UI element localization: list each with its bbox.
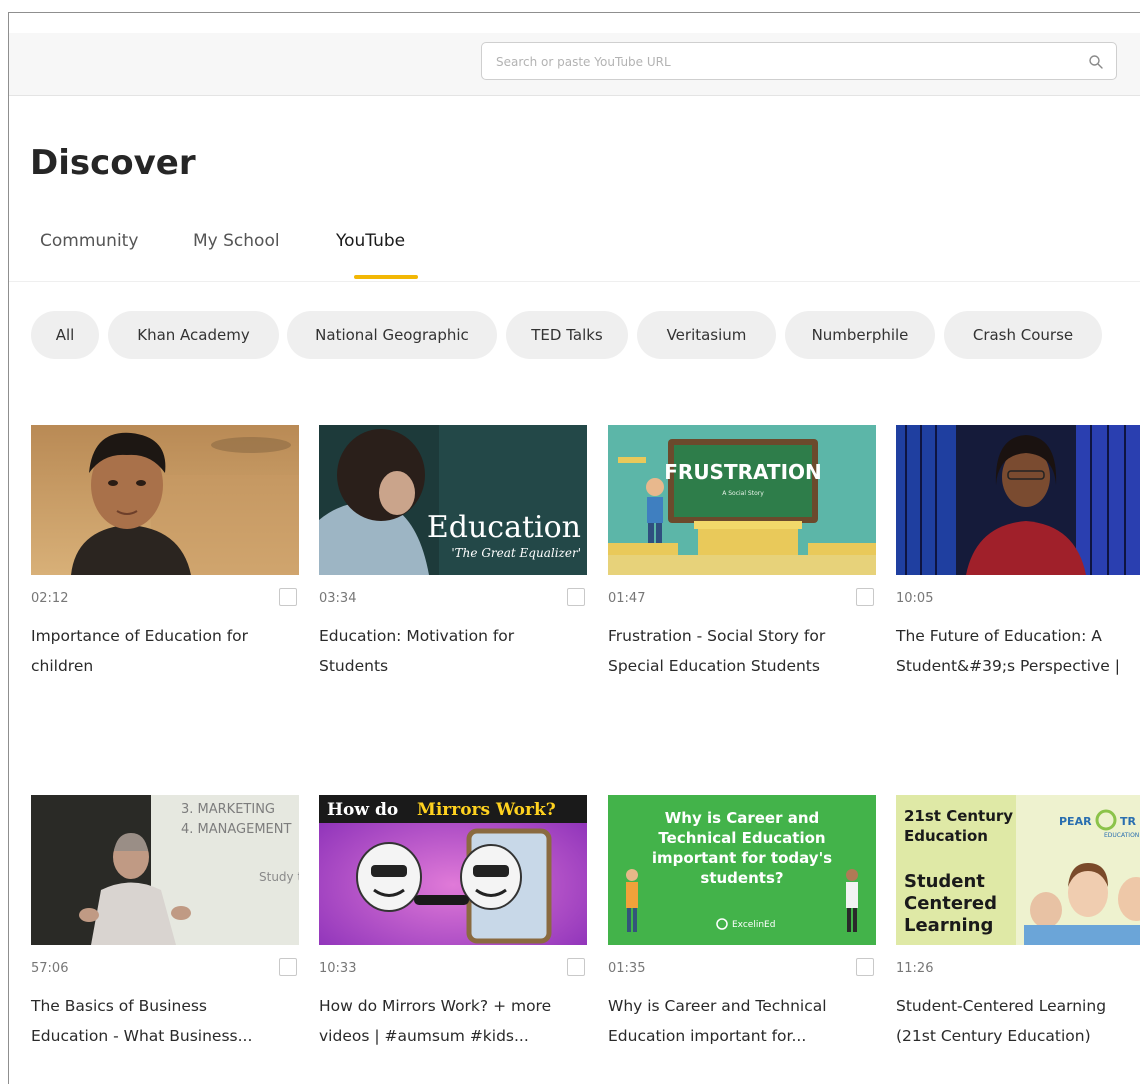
video-thumbnail[interactable]: Why is Career and Technical Education im… xyxy=(608,795,876,945)
video-title[interactable]: How do Mirrors Work? + more videos | #au… xyxy=(319,991,609,1051)
video-duration: 10:33 xyxy=(319,961,357,976)
select-checkbox[interactable] xyxy=(856,588,874,606)
thumbnail-text: 21st Century xyxy=(904,807,1013,825)
video-thumbnail[interactable]: 21st Century Education Student Centered … xyxy=(896,795,1140,945)
select-checkbox[interactable] xyxy=(567,588,585,606)
chip-numberphile[interactable]: Numberphile xyxy=(785,311,935,359)
select-checkbox[interactable] xyxy=(567,958,585,976)
page-title: Discover xyxy=(30,143,196,183)
video-title-line: children xyxy=(31,657,94,675)
chip-ted-talks[interactable]: TED Talks xyxy=(506,311,628,359)
video-thumbnail[interactable]: FRUSTRATION A Social Story xyxy=(608,425,876,575)
thumbnail-text: Why is Career and xyxy=(665,809,820,827)
select-checkbox[interactable] xyxy=(279,958,297,976)
chip-khan-academy[interactable]: Khan Academy xyxy=(108,311,279,359)
app-frame: Discover Community My School YouTube All… xyxy=(8,12,1140,1084)
thumbnail-subtext: A Social Story xyxy=(722,490,764,497)
video-title[interactable]: Education: Motivation for Students xyxy=(319,621,609,681)
video-thumbnail[interactable]: How do Mirrors Work? xyxy=(319,795,587,945)
thumbnail-text: important for today's xyxy=(652,849,832,867)
video-title-line: Student-Centered Learning xyxy=(896,997,1107,1015)
chip-crash-course[interactable]: Crash Course xyxy=(944,311,1102,359)
video-title-line: Importance of Education for xyxy=(31,627,249,645)
video-title-line: videos | #aumsum #kids... xyxy=(319,1027,529,1045)
thumbnail-text: Mirrors Work? xyxy=(417,800,556,820)
video-title-line: Education important for... xyxy=(608,1027,807,1045)
video-title-line: How do Mirrors Work? + more xyxy=(319,997,552,1015)
thumbnail-text: Technical Education xyxy=(658,829,825,847)
video-title-line: Student&#39;s Perspective | xyxy=(896,657,1120,675)
thumbnail-text: Study t xyxy=(259,870,299,884)
video-title-line: The Future of Education: A xyxy=(896,627,1102,645)
tab-community[interactable]: Community xyxy=(40,231,138,251)
video-title[interactable]: The Basics of Business Education - What … xyxy=(31,991,321,1051)
video-duration: 11:26 xyxy=(896,961,934,976)
video-duration: 02:12 xyxy=(31,591,69,606)
select-checkbox[interactable] xyxy=(279,588,297,606)
search-input[interactable] xyxy=(494,51,1058,73)
select-checkbox[interactable] xyxy=(856,958,874,976)
thumbnail-subtext: 'The Great Equalizer' xyxy=(451,546,581,560)
channel-filter-chips: All Khan Academy National Geographic TED… xyxy=(9,311,1140,361)
video-title-line: Students xyxy=(319,657,389,675)
video-title-line: Special Education Students xyxy=(608,657,820,675)
search-icon[interactable] xyxy=(1088,54,1104,70)
thumbnail-text: 4. MANAGEMENT xyxy=(181,822,291,837)
top-bar xyxy=(9,33,1140,96)
thumbnail-text: ExcelinEd xyxy=(732,920,775,930)
thumbnail-text: EDUCATION xyxy=(1104,832,1139,839)
chip-veritasium[interactable]: Veritasium xyxy=(637,311,776,359)
active-tab-indicator xyxy=(354,275,418,279)
video-duration: 57:06 xyxy=(31,961,69,976)
thumbnail-text: 3. MARKETING xyxy=(181,802,275,817)
video-title[interactable]: The Future of Education: A Student&#39;s… xyxy=(896,621,1140,681)
chip-all[interactable]: All xyxy=(31,311,99,359)
video-title[interactable]: Frustration - Social Story for Special E… xyxy=(608,621,898,681)
video-duration: 01:47 xyxy=(608,591,646,606)
thumbnail-text: TR xyxy=(1120,815,1137,828)
video-title-line: Education: Motivation for xyxy=(319,627,515,645)
video-thumbnail[interactable]: 3. MARKETING 4. MANAGEMENT Study t xyxy=(31,795,299,945)
video-title-line: Education - What Business... xyxy=(31,1027,253,1045)
video-title-line: Why is Career and Technical xyxy=(608,997,827,1015)
thumbnail-text: Education xyxy=(904,827,988,845)
video-title-line: Frustration - Social Story for xyxy=(608,627,826,645)
thumbnail-text: How do xyxy=(327,800,398,820)
video-thumbnail[interactable]: Education 'The Great Equalizer' xyxy=(319,425,587,575)
search-box[interactable] xyxy=(481,42,1117,80)
tab-my-school[interactable]: My School xyxy=(193,231,280,251)
thumbnail-text: students? xyxy=(700,869,783,887)
thumbnail-text: Learning xyxy=(904,915,993,936)
tab-youtube[interactable]: YouTube xyxy=(336,231,405,251)
video-title[interactable]: Student-Centered Learning (21st Century … xyxy=(896,991,1140,1051)
video-title[interactable]: Importance of Education for children xyxy=(31,621,321,681)
video-thumbnail[interactable] xyxy=(31,425,299,575)
video-title-line: (21st Century Education) xyxy=(896,1027,1091,1045)
video-duration: 03:34 xyxy=(319,591,357,606)
tab-bar: Community My School YouTube xyxy=(9,223,1140,282)
video-title[interactable]: Why is Career and Technical Education im… xyxy=(608,991,898,1051)
thumbnail-text: FRUSTRATION xyxy=(664,460,822,484)
thumbnail-text: PEAR xyxy=(1059,815,1092,828)
video-duration: 01:35 xyxy=(608,961,646,976)
thumbnail-text: Centered xyxy=(904,893,997,914)
thumbnail-text: Student xyxy=(904,871,985,892)
chip-national-geographic[interactable]: National Geographic xyxy=(287,311,497,359)
thumbnail-text: Education xyxy=(427,510,581,545)
video-thumbnail[interactable] xyxy=(896,425,1140,575)
video-title-line: The Basics of Business xyxy=(31,997,208,1015)
video-duration: 10:05 xyxy=(896,591,934,606)
